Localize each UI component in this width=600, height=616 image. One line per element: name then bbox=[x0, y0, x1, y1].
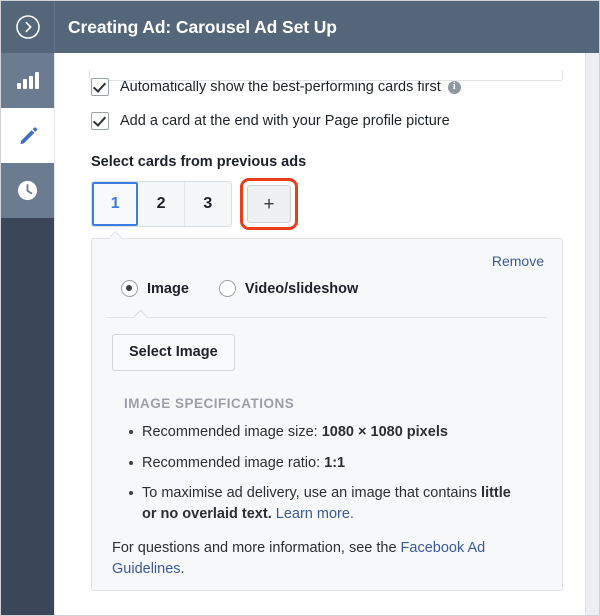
radio-video-slideshow-label: Video/slideshow bbox=[245, 281, 358, 297]
pencil-icon bbox=[17, 125, 39, 147]
radio-image-label: Image bbox=[147, 281, 189, 297]
bar-chart-icon bbox=[17, 72, 39, 89]
checkbox-add-profile-card[interactable] bbox=[91, 112, 109, 130]
footer-note-prefix: For questions and more information, see … bbox=[112, 540, 401, 556]
panel-divider bbox=[107, 317, 547, 318]
footer-note: For questions and more information, see … bbox=[112, 538, 544, 580]
footer-note-suffix: . bbox=[181, 561, 185, 577]
info-icon[interactable]: i bbox=[448, 81, 461, 94]
card-tab-1[interactable]: 1 bbox=[92, 182, 138, 226]
cards-section-heading: Select cards from previous ads bbox=[91, 154, 563, 170]
sidebar-item-reporting[interactable] bbox=[1, 53, 54, 108]
checkbox-row-add-profile-card[interactable]: Add a card at the end with your Page pro… bbox=[91, 110, 563, 132]
media-type-radio-group: Image Video/slideshow bbox=[121, 280, 544, 297]
select-image-button[interactable]: Select Image bbox=[112, 334, 235, 371]
add-card-button[interactable]: + bbox=[247, 185, 291, 223]
card-editor-panel: Remove Image Video/slideshow Select Imag… bbox=[91, 238, 563, 591]
spec-1-text: Recommended image size: bbox=[142, 424, 322, 440]
card-tab-3[interactable]: 3 bbox=[185, 182, 231, 226]
spec-3-text: To maximise ad delivery, use an image th… bbox=[142, 485, 481, 501]
collapse-nav-button[interactable] bbox=[1, 1, 54, 53]
spec-2-value: 1:1 bbox=[324, 455, 345, 471]
sidebar-item-edit[interactable] bbox=[1, 108, 54, 163]
panel-caret-icon bbox=[110, 231, 124, 239]
chevron-right-circle-icon bbox=[15, 14, 41, 40]
clipped-field-above bbox=[89, 70, 563, 81]
checkbox-auto-best[interactable] bbox=[91, 78, 109, 96]
divider-caret-icon bbox=[134, 310, 149, 318]
card-tab-2[interactable]: 2 bbox=[138, 182, 184, 226]
checkbox-add-profile-card-label: Add a card at the end with your Page pro… bbox=[120, 113, 450, 129]
list-item: Recommended image size: 1080 × 1080 pixe… bbox=[142, 422, 544, 443]
ads-manager-window: Creating Ad: Carousel Ad Set Up Automati… bbox=[0, 0, 600, 616]
radio-image[interactable] bbox=[121, 280, 138, 297]
remove-card-link[interactable]: Remove bbox=[492, 253, 544, 269]
spec-2-text: Recommended image ratio: bbox=[142, 455, 324, 471]
main-content: Automatically show the best-performing c… bbox=[54, 53, 585, 615]
checkbox-auto-best-label: Automatically show the best-performing c… bbox=[120, 79, 441, 95]
card-tabs: 1 2 3 + bbox=[91, 181, 563, 227]
sidebar-item-history[interactable] bbox=[1, 163, 54, 218]
clock-icon bbox=[16, 179, 39, 202]
left-sidebar bbox=[1, 53, 54, 615]
list-item: To maximise ad delivery, use an image th… bbox=[142, 483, 544, 524]
learn-more-link[interactable]: Learn more. bbox=[276, 506, 354, 522]
radio-video-slideshow[interactable] bbox=[219, 280, 236, 297]
image-specifications-list: Recommended image size: 1080 × 1080 pixe… bbox=[110, 422, 544, 524]
image-specifications-title: IMAGE SPECIFICATIONS bbox=[124, 396, 544, 411]
page-title: Creating Ad: Carousel Ad Set Up bbox=[55, 17, 337, 38]
page-scrollbar-track[interactable] bbox=[585, 53, 599, 615]
spec-1-value: 1080 × 1080 pixels bbox=[322, 424, 448, 440]
list-item: Recommended image ratio: 1:1 bbox=[142, 453, 544, 474]
window-header: Creating Ad: Carousel Ad Set Up bbox=[1, 1, 599, 53]
